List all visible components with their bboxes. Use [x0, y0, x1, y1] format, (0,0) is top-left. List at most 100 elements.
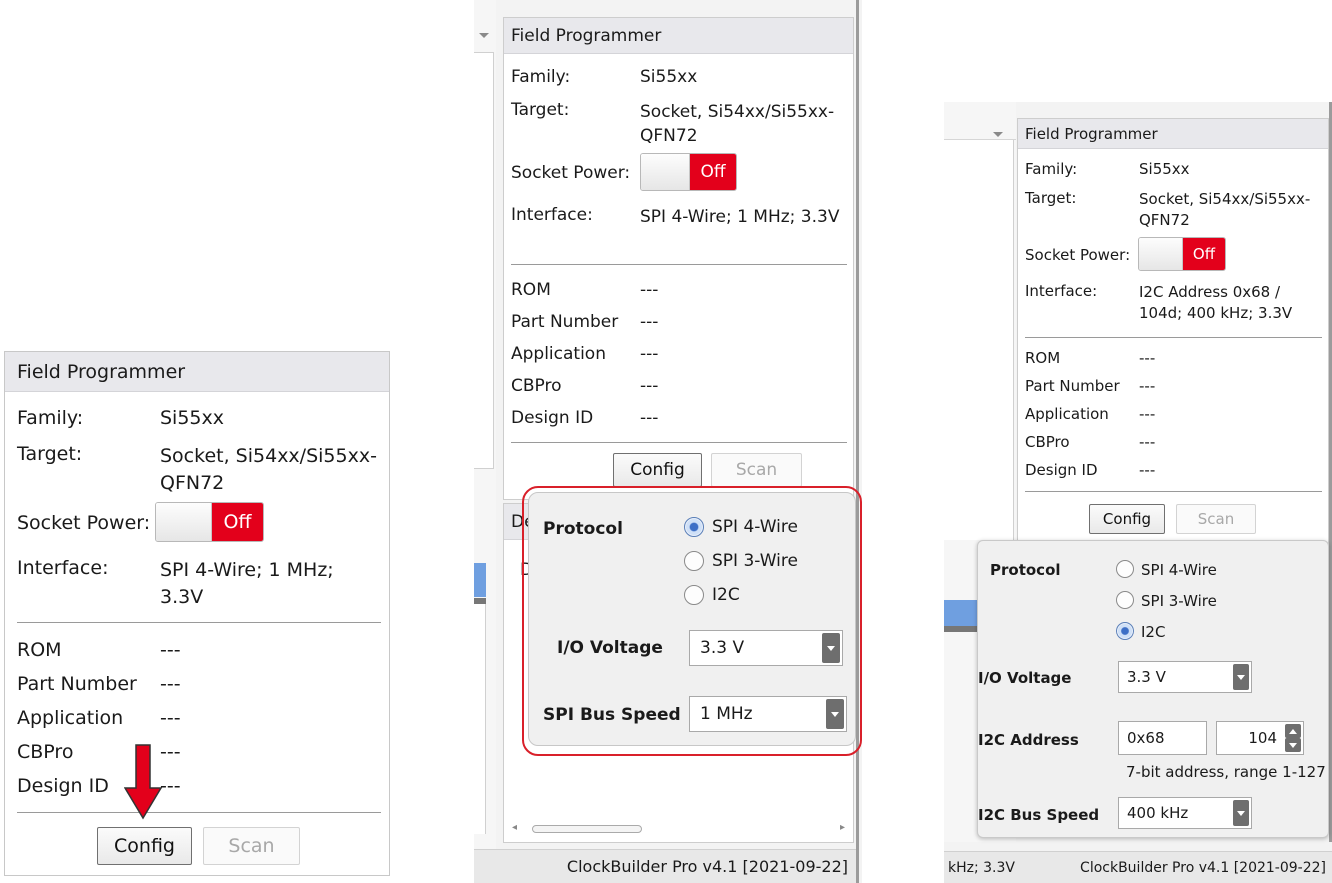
interface-label: Interface:	[1025, 282, 1098, 300]
interface-value: I2C Address 0x68 / 104d; 400 kHz; 3.3V	[1139, 283, 1293, 322]
radio-spi-3-wire[interactable]	[1116, 591, 1134, 609]
toggle-knob	[641, 154, 690, 190]
dropdown-arrow-icon	[1233, 664, 1249, 690]
socket-power-label: Socket Power:	[17, 512, 151, 534]
socket-power-toggle[interactable]: Off	[1138, 237, 1226, 271]
part-number-label: Part Number	[17, 673, 137, 695]
rom-label: ROM	[17, 639, 62, 661]
radio-i2c[interactable]	[1116, 622, 1134, 640]
family-value: Si55xx	[160, 407, 225, 429]
family-label: Family:	[1025, 160, 1078, 178]
design-id-value: ---	[1139, 461, 1156, 479]
scan-button[interactable]: Scan	[1176, 504, 1256, 534]
i2c-bus-speed-value: 400 kHz	[1127, 804, 1189, 822]
i2c-bus-speed-label: I2C Bus Speed	[978, 806, 1100, 824]
i2c-address-dec-value: 104	[1248, 729, 1277, 747]
config-button[interactable]: Config	[97, 827, 192, 865]
divider	[1025, 491, 1322, 492]
rom-value: ---	[640, 280, 659, 300]
target-value: Socket, Si54xx/Si55xx-QFN72	[160, 445, 377, 494]
field-programmer-panel-right: Field Programmer Family: Si55xx Target: …	[1017, 118, 1329, 548]
option-spi-3-wire: SPI 3-Wire	[1141, 592, 1217, 610]
family-value: Si55xx	[640, 67, 698, 87]
divider	[17, 812, 381, 813]
part-number-label: Part Number	[1025, 377, 1120, 395]
scroll-right-icon[interactable]: ▸	[840, 822, 845, 833]
scan-button[interactable]: Scan	[203, 827, 300, 865]
left-pane-fragment	[474, 0, 496, 883]
design-id-label: Design ID	[17, 775, 109, 797]
divider	[1025, 337, 1322, 338]
panel-title: Field Programmer	[511, 25, 662, 46]
target-label: Target:	[511, 100, 570, 120]
interface-label: Interface:	[511, 205, 593, 225]
interface-value: SPI 4-Wire; 1 MHz; 3.3V	[160, 559, 334, 608]
field-programmer-panel-middle: Field Programmer Family: Si55xx Target: …	[503, 17, 854, 500]
status-bar-middle: ClockBuilder Pro v4.1 [2021-09-22]	[474, 849, 856, 883]
horizontal-scrollbar[interactable]: ◂ ▸	[512, 822, 845, 836]
i2c-address-label: I2C Address	[978, 731, 1079, 749]
application-label: Application	[17, 707, 124, 729]
family-label: Family:	[17, 407, 84, 429]
config-button[interactable]: Config	[613, 453, 702, 487]
config-button[interactable]: Config	[1089, 504, 1165, 534]
stepper-down-icon[interactable]	[1285, 738, 1301, 752]
status-bar-right: kHz; 3.3V ClockBuilder Pro v4.1 [2021-09…	[944, 851, 1332, 883]
design-id-label: Design ID	[1025, 461, 1098, 479]
protocol-popup-i2c: Protocol SPI 4-Wire SPI 3-Wire I2C I/O V…	[977, 540, 1329, 838]
socket-power-toggle[interactable]: Off	[155, 502, 264, 542]
i2c-address-hint: 7-bit address, range 1-127	[1126, 763, 1326, 781]
part-number-value: ---	[640, 312, 659, 332]
field-programmer-panel-left: Field Programmer Family: Si55xx Target: …	[4, 351, 390, 876]
cbpro-value: ---	[1139, 433, 1156, 451]
application-label: Application	[511, 344, 606, 364]
application-value: ---	[160, 707, 181, 729]
divider	[511, 442, 847, 443]
application-value: ---	[1139, 405, 1156, 423]
version-text: ClockBuilder Pro v4.1 [2021-09-22]	[566, 857, 848, 876]
i2c-address-hex-value: 0x68	[1127, 729, 1165, 747]
panel-title: Field Programmer	[1025, 124, 1158, 143]
radio-spi-4-wire[interactable]	[1116, 560, 1134, 578]
chevron-down-icon[interactable]	[479, 33, 489, 38]
highlight-outline	[522, 486, 862, 756]
i2c-bus-speed-select[interactable]: 400 kHz	[1118, 797, 1252, 829]
io-voltage-select[interactable]: 3.3 V	[1118, 661, 1252, 693]
arrow-down-icon	[124, 744, 162, 820]
status-fragment: kHz; 3.3V	[948, 860, 1015, 876]
main-window-right: Field Programmer Family: Si55xx Target: …	[944, 102, 1332, 883]
rom-value: ---	[160, 639, 181, 661]
i2c-address-hex-input[interactable]: 0x68	[1118, 721, 1207, 755]
target-label: Target:	[17, 443, 83, 465]
cbpro-label: CBPro	[511, 376, 562, 396]
chevron-down-icon[interactable]	[993, 132, 1003, 137]
application-value: ---	[640, 344, 659, 364]
rom-label: ROM	[511, 280, 551, 300]
socket-power-toggle[interactable]: Off	[640, 153, 737, 191]
target-value: Socket, Si54xx/Si55xx-QFN72	[640, 102, 835, 146]
i2c-address-dec-stepper[interactable]: 104	[1216, 721, 1304, 755]
dropdown-arrow-icon	[1233, 800, 1249, 826]
socket-power-label: Socket Power:	[1025, 246, 1131, 264]
accent-bar	[474, 563, 486, 597]
divider	[511, 264, 847, 265]
scan-button[interactable]: Scan	[711, 453, 802, 487]
scroll-left-icon[interactable]: ◂	[512, 822, 517, 833]
part-number-value: ---	[1139, 377, 1156, 395]
toggle-off-label: Off	[1183, 238, 1225, 270]
panel-header: Field Programmer	[504, 18, 853, 54]
stepper-up-icon[interactable]	[1285, 724, 1301, 738]
option-i2c: I2C	[1141, 623, 1166, 641]
protocol-label: Protocol	[990, 561, 1061, 579]
panel-title: Field Programmer	[17, 360, 186, 383]
toggle-off-label: Off	[212, 503, 263, 541]
divider	[17, 622, 381, 623]
toggle-off-label: Off	[690, 154, 736, 190]
panel-header: Field Programmer	[5, 352, 389, 392]
rom-label: ROM	[1025, 349, 1061, 367]
cbpro-label: CBPro	[1025, 433, 1070, 451]
scroll-thumb[interactable]	[532, 825, 642, 833]
target-label: Target:	[1025, 189, 1077, 207]
version-text: ClockBuilder Pro v4.1 [2021-09-22]	[1080, 860, 1326, 876]
design-id-value: ---	[640, 408, 659, 428]
